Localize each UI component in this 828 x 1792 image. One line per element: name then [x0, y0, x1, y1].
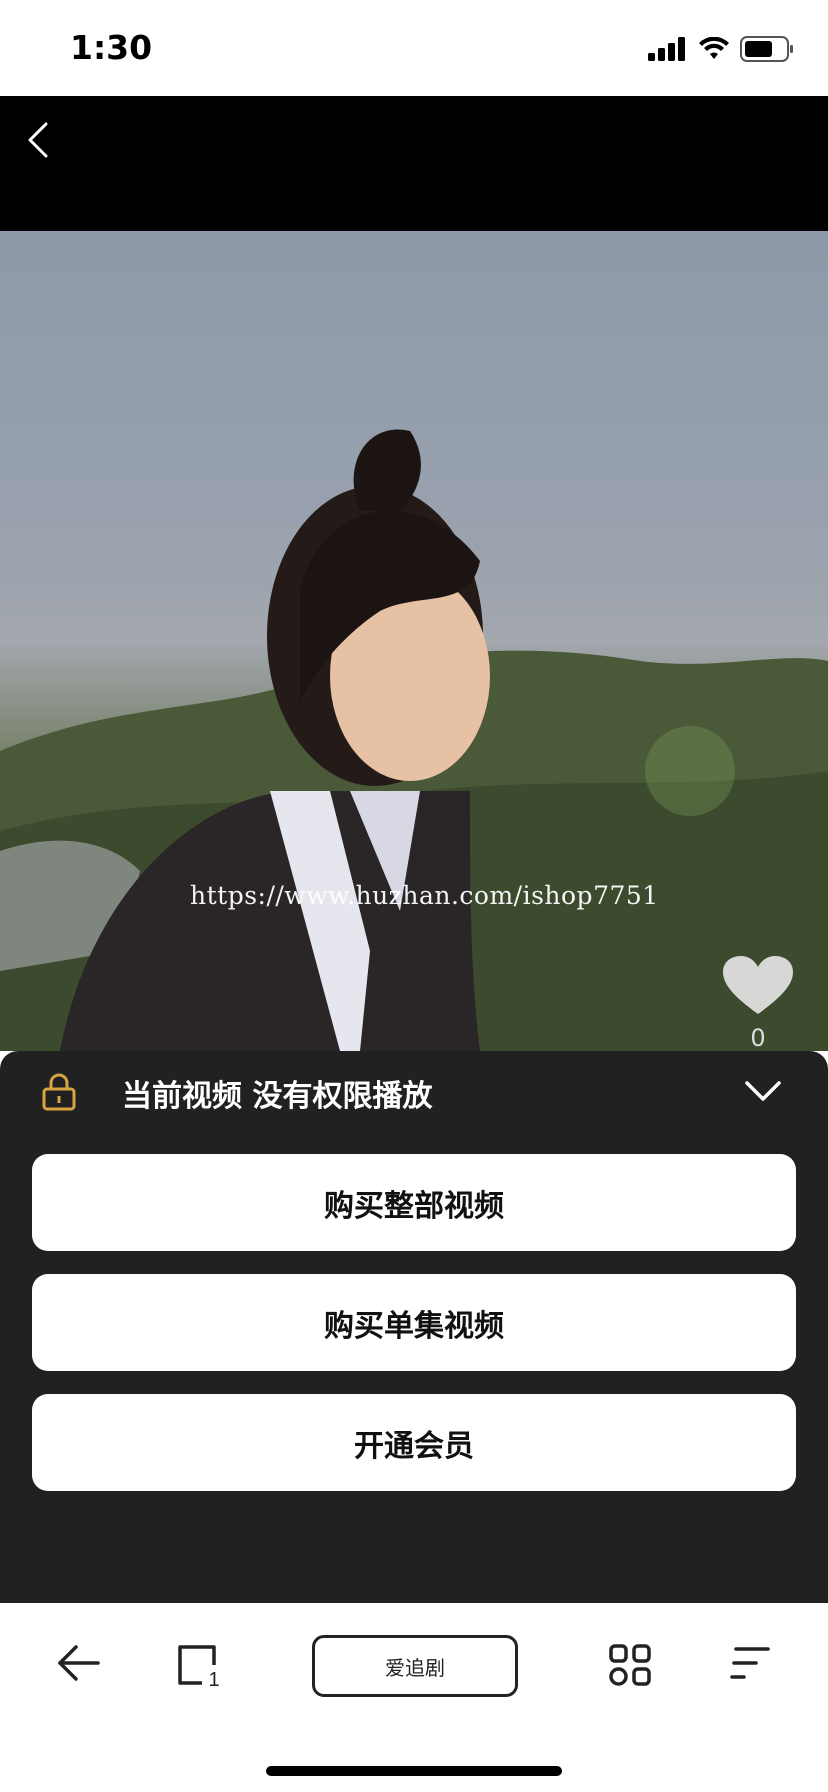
- open-membership-button[interactable]: 开通会员: [32, 1394, 796, 1491]
- signal-icon: [648, 37, 685, 61]
- back-arrow-icon[interactable]: [56, 1643, 100, 1683]
- panel-title: 当前视频 没有权限播放: [122, 1079, 433, 1114]
- back-button[interactable]: [20, 116, 60, 164]
- like-count: 0: [750, 1024, 766, 1051]
- video-frame-image: [0, 429, 828, 1051]
- wifi-icon: [699, 37, 729, 59]
- buy-full-video-button[interactable]: 购买整部视频: [32, 1154, 796, 1251]
- status-bar: 1:30: [0, 0, 828, 96]
- status-time: 1:30: [70, 28, 153, 67]
- bottom-nav: 1 爱追剧: [0, 1603, 828, 1792]
- permission-panel: 当前视频 没有权限播放 购买整部视频 购买单集视频 开通会员: [0, 1051, 828, 1603]
- status-icons: [648, 34, 794, 64]
- menu-icon[interactable]: [730, 1643, 770, 1683]
- svg-text:1: 1: [208, 1669, 219, 1687]
- home-indicator[interactable]: [266, 1766, 562, 1776]
- chevron-left-icon: [28, 122, 48, 158]
- video-player[interactable]: https://www.huzhan.com/ishop7751 0 分享: [0, 231, 828, 1051]
- lock-icon: [42, 1073, 76, 1111]
- like-button[interactable]: 0: [718, 956, 798, 1051]
- heart-icon: [723, 956, 793, 1014]
- buy-episode-button[interactable]: 购买单集视频: [32, 1274, 796, 1371]
- center-tab[interactable]: 爱追剧: [312, 1635, 518, 1697]
- tabs-icon[interactable]: 1: [176, 1643, 220, 1687]
- battery-icon: [740, 36, 793, 62]
- panel-header: 当前视频 没有权限播放: [0, 1051, 828, 1131]
- side-actions: 0 分享: [718, 956, 798, 1051]
- top-bar: [0, 96, 828, 231]
- watermark-text: https://www.huzhan.com/ishop7751: [190, 881, 659, 910]
- chevron-down-icon[interactable]: [744, 1079, 782, 1103]
- grid-icon[interactable]: [608, 1643, 652, 1687]
